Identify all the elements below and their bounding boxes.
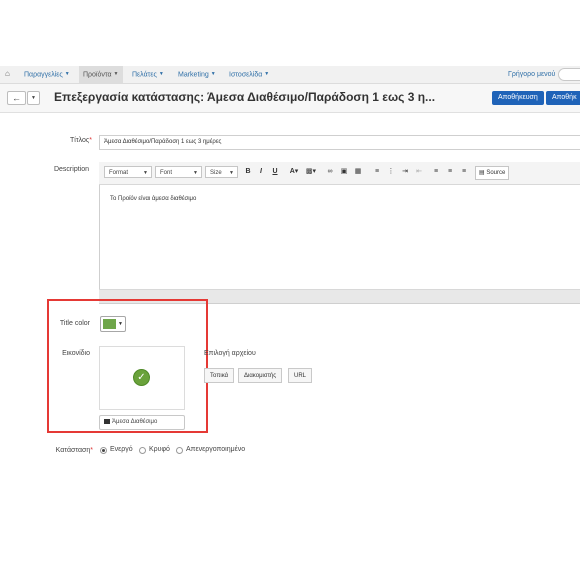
source-button[interactable]: ▤ Source xyxy=(475,166,510,180)
save-and-stay-button[interactable]: Αποθήκ xyxy=(546,91,580,105)
image-caption-field[interactable]: Άμεσα Διαθέσιμο xyxy=(99,415,185,430)
size-select[interactable]: Size ▼ xyxy=(205,166,238,178)
back-dropdown-button[interactable]: ▼ xyxy=(27,91,40,105)
home-icon[interactable]: ⌂ xyxy=(5,69,10,78)
file-local-button[interactable]: Τοπικά xyxy=(204,368,235,383)
chevron-down-icon: ▼ xyxy=(118,321,123,327)
image-icon[interactable]: ▣ xyxy=(339,166,349,178)
link-icon[interactable]: ∞ xyxy=(325,166,335,178)
source-icon: ▤ xyxy=(479,170,485,176)
underline-icon[interactable]: U xyxy=(270,166,280,178)
arrow-left-icon: ← xyxy=(12,93,21,103)
status-option-active-label: Ενεργό xyxy=(110,446,133,453)
page-title: Επεξεργασία κατάστασης: Άμεσα Διαθέσιμο/… xyxy=(54,90,436,104)
nav-item-orders[interactable]: Παραγγελίες ▼ xyxy=(20,66,74,83)
numbered-list-icon[interactable]: ≡ xyxy=(372,166,382,178)
chevron-down-icon: ▼ xyxy=(31,95,36,101)
align-center-icon[interactable]: ≡ xyxy=(445,166,455,178)
table-icon[interactable]: ▦ xyxy=(353,166,363,178)
italic-icon[interactable]: I xyxy=(256,166,266,178)
editor-content[interactable]: Το Προϊόν είναι άμεσα διαθέσιμο xyxy=(110,196,196,202)
align-right-icon[interactable]: ≡ xyxy=(459,166,469,178)
status-radio-active[interactable] xyxy=(100,447,107,454)
file-choice-label: Επιλογή αρχείου xyxy=(204,350,256,357)
nav-item-marketing[interactable]: Marketing ▼ xyxy=(174,66,220,83)
font-select[interactable]: Font ▼ xyxy=(155,166,202,178)
indent-icon[interactable]: ⇥ xyxy=(400,166,410,178)
status-label: Κατάσταση* xyxy=(55,447,93,454)
check-circle-icon: ✓ xyxy=(133,369,150,386)
color-swatch xyxy=(103,319,116,329)
status-option-disabled-label: Απενεργοποιημένο xyxy=(186,446,246,453)
file-url-button[interactable]: URL xyxy=(288,368,313,383)
image-label: Εικονίδιο xyxy=(62,350,90,357)
status-radio-disabled[interactable] xyxy=(176,447,183,454)
nav-item-products[interactable]: Προϊόντα ▼ xyxy=(79,66,123,83)
save-button[interactable]: Αποθήκευση xyxy=(492,91,544,105)
title-field-label: Τίτλος* xyxy=(70,137,92,144)
file-server-button[interactable]: Διακομιστής xyxy=(238,368,283,383)
description-label: Description xyxy=(53,166,89,173)
outdent-icon[interactable]: ⇤ xyxy=(414,166,424,178)
nav-item-website[interactable]: Ιστοσελίδα ▼ xyxy=(225,66,273,83)
status-option-hidden-label: Κρυφό xyxy=(149,446,170,453)
align-left-icon[interactable]: ≡ xyxy=(431,166,441,178)
background-color-icon[interactable]: ▩▾ xyxy=(304,166,318,178)
text-color-icon[interactable]: A▾ xyxy=(286,166,302,178)
title-color-label: Title color xyxy=(59,320,90,327)
quick-menu-toggle[interactable] xyxy=(558,68,580,81)
back-button[interactable]: ← xyxy=(7,91,26,105)
bold-icon[interactable]: B xyxy=(243,166,253,178)
bulleted-list-icon[interactable]: ⋮ xyxy=(386,166,396,178)
quick-menu-label: Γρήγορο μενού xyxy=(508,71,556,78)
title-input[interactable]: Άμεσα Διαθέσιμο/Παράδοση 1 εως 3 ημέρες xyxy=(99,135,580,150)
format-select[interactable]: Format ▼ xyxy=(104,166,152,178)
nav-item-customers[interactable]: Πελάτες ▼ xyxy=(128,66,168,83)
status-radio-hidden[interactable] xyxy=(139,447,146,454)
comment-icon xyxy=(104,419,110,424)
